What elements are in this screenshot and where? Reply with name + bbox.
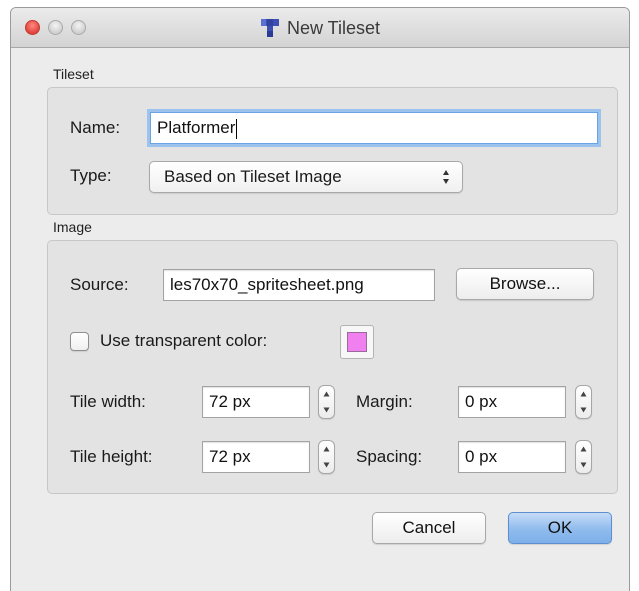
new-tileset-dialog: New Tileset Tileset Name: Platformer Typ…	[10, 7, 630, 591]
spacing-stepper[interactable]	[575, 440, 592, 474]
tile-height-label: Tile height:	[70, 447, 153, 466]
name-label: Name:	[70, 118, 121, 137]
tileset-section-label: Tileset	[53, 66, 94, 82]
window-title: New Tileset	[11, 8, 629, 48]
type-label: Type:	[70, 166, 112, 185]
browse-button[interactable]: Browse...	[456, 268, 594, 300]
type-popup[interactable]: Based on Tileset Image	[149, 161, 463, 193]
tile-width-field[interactable]	[202, 386, 310, 418]
source-field[interactable]	[163, 269, 435, 301]
image-section-label: Image	[53, 219, 92, 235]
tiled-app-icon	[260, 18, 280, 38]
text-caret	[236, 118, 238, 139]
stepper-down-icon[interactable]	[319, 457, 334, 473]
stepper-down-icon[interactable]	[319, 402, 334, 418]
up-down-arrows-icon	[442, 168, 450, 191]
margin-stepper[interactable]	[575, 385, 592, 419]
type-popup-value: Based on Tileset Image	[164, 167, 342, 186]
spacing-label: Spacing:	[356, 447, 423, 466]
tileset-group: Name: Platformer Type: Based on Tileset …	[47, 87, 618, 215]
stepper-up-icon[interactable]	[319, 441, 334, 457]
title-bar[interactable]: New Tileset	[11, 8, 629, 48]
stepper-up-icon[interactable]	[576, 441, 591, 457]
use-transparent-color-checkbox[interactable]	[70, 332, 89, 351]
margin-field[interactable]	[458, 386, 566, 418]
ok-button[interactable]: OK	[508, 512, 612, 544]
image-group: Source: Browse... Use transparent color:…	[47, 240, 618, 494]
tile-height-stepper[interactable]	[318, 440, 335, 474]
margin-label: Margin:	[356, 392, 413, 411]
tile-width-stepper[interactable]	[318, 385, 335, 419]
window-title-text: New Tileset	[286, 17, 381, 38]
source-label: Source:	[70, 275, 129, 294]
spacing-field[interactable]	[458, 441, 566, 473]
stepper-down-icon[interactable]	[576, 457, 591, 473]
stepper-up-icon[interactable]	[319, 386, 334, 402]
cancel-button[interactable]: Cancel	[372, 512, 486, 544]
stepper-down-icon[interactable]	[576, 402, 591, 418]
transparent-color-button[interactable]	[340, 325, 374, 359]
tile-width-label: Tile width:	[70, 392, 146, 411]
color-swatch	[347, 332, 367, 352]
tile-height-field[interactable]	[202, 441, 310, 473]
name-field-value: Platformer	[157, 118, 236, 137]
name-field[interactable]: Platformer	[150, 112, 598, 144]
stepper-up-icon[interactable]	[576, 386, 591, 402]
use-transparent-color-label[interactable]: Use transparent color:	[100, 331, 267, 351]
